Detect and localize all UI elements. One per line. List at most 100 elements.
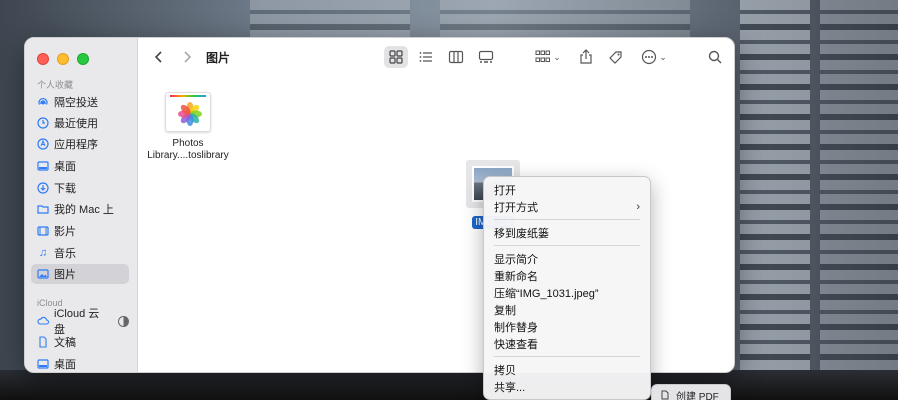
- film-icon: [37, 225, 49, 237]
- menu-item-label: 重新命名: [494, 270, 538, 283]
- sidebar-item-label: 最近使用: [54, 118, 98, 130]
- share-button[interactable]: [575, 46, 597, 68]
- wallpaper-facade: [250, 0, 410, 40]
- submenu-create-pdf[interactable]: 创建 PDF: [651, 384, 731, 400]
- icon-view-button[interactable]: [384, 46, 408, 68]
- sidebar-item-label: 隔空投送: [54, 97, 98, 109]
- sidebar-item-label: 桌面: [54, 359, 76, 371]
- sync-status-icon: [118, 315, 129, 327]
- menu-separator: [494, 356, 640, 357]
- gallery-view-button[interactable]: [474, 46, 498, 68]
- close-button[interactable]: [37, 53, 49, 65]
- wallpaper-facade: [740, 0, 810, 400]
- tags-button[interactable]: [605, 46, 627, 68]
- sidebar: 个人收藏 隔空投送 最近使用 应用程序 桌面 下载 我的 Mac 上 影片 ♫ …: [25, 38, 138, 372]
- sidebar-item-label: 影片: [54, 226, 76, 238]
- menu-item-duplicate[interactable]: 复制: [484, 301, 650, 318]
- sidebar-item-label: 下载: [54, 183, 76, 195]
- column-view-button[interactable]: [444, 46, 468, 68]
- action-button[interactable]: ⌄: [638, 46, 670, 68]
- menu-item-make-alias[interactable]: 制作替身: [484, 318, 650, 335]
- chevron-right-icon: ›: [636, 200, 640, 213]
- menu-item-rename[interactable]: 重新命名: [484, 267, 650, 284]
- sidebar-item-music[interactable]: ♫ 音乐: [31, 243, 129, 263]
- sidebar-item-downloads[interactable]: 下载: [31, 178, 129, 198]
- sidebar-item-airdrop[interactable]: 隔空投送: [31, 92, 129, 112]
- search-button[interactable]: [704, 46, 726, 68]
- list-view-button[interactable]: [414, 46, 438, 68]
- clock-icon: [37, 117, 49, 129]
- sidebar-item-pictures[interactable]: 图片: [31, 264, 129, 284]
- sidebar-item-label: 图片: [54, 269, 76, 281]
- applications-icon: [37, 138, 49, 150]
- menu-item-label: 移到废纸篓: [494, 227, 549, 240]
- music-note-icon: ♫: [38, 246, 48, 259]
- share-icon: [580, 49, 592, 64]
- file-label: Library....toslibrary: [147, 150, 229, 161]
- forward-button[interactable]: [178, 46, 196, 68]
- sidebar-item-movies[interactable]: 影片: [31, 221, 129, 241]
- menu-item-label: 打开方式: [494, 201, 538, 214]
- group-by-button[interactable]: ⌄: [532, 46, 564, 68]
- sidebar-item-recents[interactable]: 最近使用: [31, 113, 129, 133]
- tag-icon: [609, 51, 622, 64]
- menu-separator: [494, 219, 640, 220]
- sidebar-item-label: 我的 Mac 上: [54, 204, 114, 216]
- submenu-label: 创建 PDF: [676, 391, 719, 400]
- sidebar-item-applications[interactable]: 应用程序: [31, 134, 129, 154]
- menu-item-label: 压缩“IMG_1031.jpeg”: [494, 287, 599, 300]
- grid-icon: [389, 50, 403, 64]
- photos-library-icon: [165, 92, 211, 132]
- menu-item-copy[interactable]: 拷贝: [484, 361, 650, 378]
- menu-item-open[interactable]: 打开: [484, 181, 650, 198]
- wallpaper-facade: [440, 0, 690, 40]
- document-icon: [661, 390, 669, 400]
- wallpaper-ground: [0, 370, 898, 400]
- menu-item-label: 共享...: [494, 381, 526, 394]
- window-controls: [37, 53, 89, 65]
- minimize-button[interactable]: [57, 53, 69, 65]
- sidebar-item-desktop[interactable]: 桌面: [31, 156, 129, 176]
- menu-item-move-to-trash[interactable]: 移到废纸篓: [484, 224, 650, 241]
- columns-icon: [448, 50, 464, 64]
- menu-item-quick-look[interactable]: 快速查看: [484, 335, 650, 352]
- chevron-down-icon: ⌄: [553, 51, 561, 62]
- sidebar-item-icloud-desktop[interactable]: 桌面: [31, 354, 129, 372]
- window-title: 图片: [206, 51, 231, 65]
- folder-icon: [37, 203, 49, 215]
- menu-item-label: 显示简介: [494, 253, 538, 266]
- desktop-icon: [37, 358, 49, 370]
- menu-separator: [494, 245, 640, 246]
- photo-icon: [37, 268, 49, 280]
- wallpaper-facade: [820, 0, 898, 400]
- menu-item-compress[interactable]: 压缩“IMG_1031.jpeg”: [484, 284, 650, 301]
- menu-item-share[interactable]: 共享...: [484, 378, 650, 395]
- sidebar-item-label: 桌面: [54, 161, 76, 173]
- back-button[interactable]: [150, 46, 168, 68]
- desktop-icon: [37, 160, 49, 172]
- menu-item-label: 快速查看: [494, 338, 538, 351]
- cloud-icon: [37, 315, 49, 327]
- download-icon: [37, 182, 49, 194]
- search-icon: [708, 50, 722, 64]
- zoom-button[interactable]: [77, 53, 89, 65]
- menu-item-label: 拷贝: [494, 364, 516, 377]
- context-menu: 打开 打开方式 › 移到废纸篓 显示简介 重新命名 压缩“IMG_1031.jpe…: [483, 176, 651, 400]
- file-label: Photos: [172, 138, 204, 149]
- airdrop-icon: [37, 96, 49, 108]
- sidebar-item-documents[interactable]: 文稿: [31, 332, 129, 352]
- ellipsis-circle-icon: [642, 49, 657, 65]
- document-icon: [37, 336, 49, 348]
- list-icon: [419, 52, 432, 62]
- group-grid-icon: [535, 50, 551, 62]
- sidebar-item-label: 应用程序: [54, 139, 98, 151]
- menu-item-label: 复制: [494, 304, 516, 317]
- sidebar-item-label: 音乐: [54, 248, 76, 260]
- menu-item-get-info[interactable]: 显示简介: [484, 250, 650, 267]
- menu-item-open-with[interactable]: 打开方式 ›: [484, 198, 650, 215]
- sidebar-item-on-my-mac[interactable]: 我的 Mac 上: [31, 199, 129, 219]
- chevron-right-icon: [184, 51, 192, 63]
- file-photos-library[interactable]: Photos Library....toslibrary: [133, 92, 243, 162]
- sidebar-item-icloud-drive[interactable]: iCloud 云盘: [31, 308, 129, 336]
- chevron-left-icon: [154, 51, 162, 63]
